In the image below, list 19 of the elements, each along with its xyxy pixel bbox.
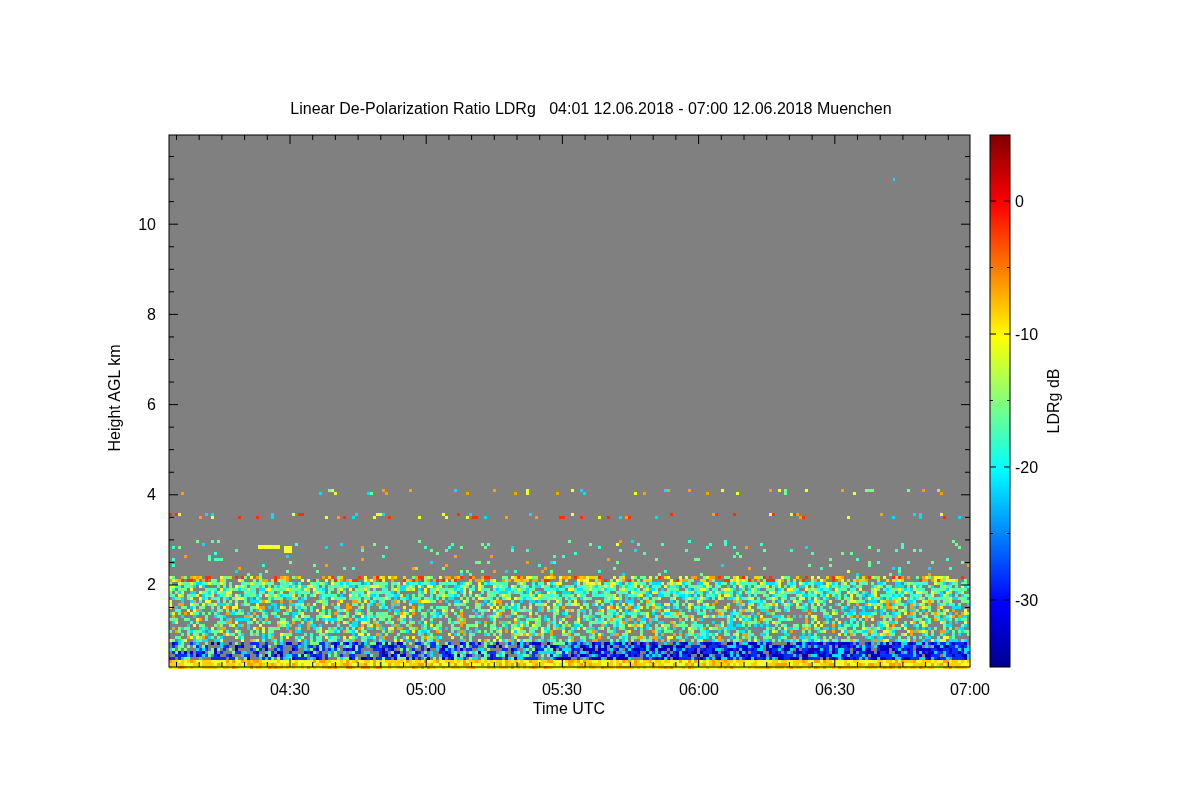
y-tick-label: 6 [147,396,156,414]
x-tick-label: 06:00 [679,681,719,698]
colorbar-tick-label: -20 [1015,459,1039,476]
colorbar-tick-label: -30 [1015,592,1039,609]
colorbar-label: LDRg dB [1045,368,1062,434]
y-tick-label: 8 [147,306,156,324]
y-tick-label: 2 [147,576,156,594]
x-tick-label: 06:30 [815,681,855,698]
chart-title: Linear De-Polarization Ratio LDRg 04:01 12.06.2018 - 07:00 12.06.2018 Muenchen [290,100,892,117]
colorbar-tick-label: 0 [1015,193,1024,210]
y-axis-label: Height AGL km [106,344,123,452]
y-tick-label: 10 [138,216,156,233]
x-axis-label: Time UTC [532,700,606,717]
x-tick-label: 05:00 [406,681,446,698]
x-tick-label: 04:30 [270,681,310,698]
x-tick-label: 07:00 [950,681,990,698]
x-tick-label: 05:30 [542,681,582,698]
colorbar-tick-label: -10 [1015,326,1039,343]
y-tick-label: 4 [147,486,156,504]
